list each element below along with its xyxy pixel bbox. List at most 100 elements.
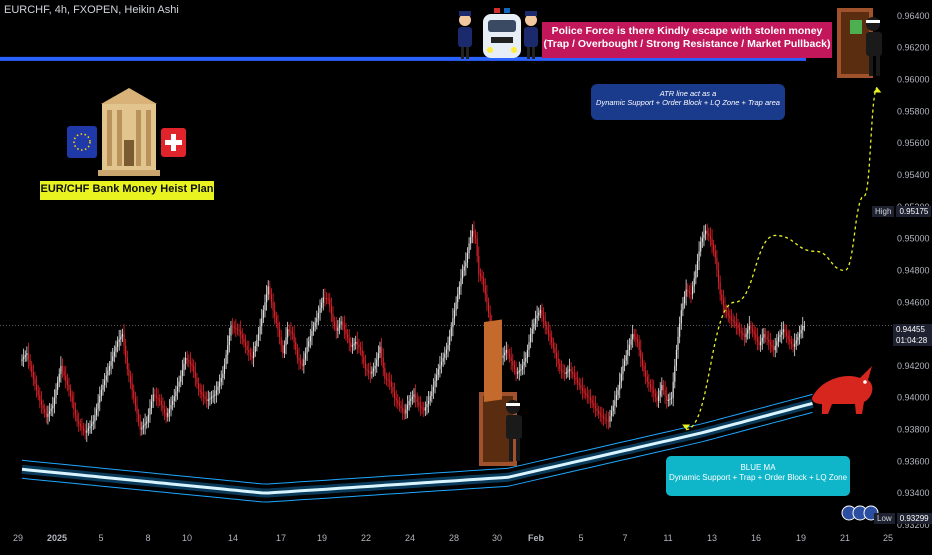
x-tick-label: Feb: [528, 533, 545, 543]
candle-body: [338, 324, 341, 328]
candle-body: [254, 346, 256, 352]
candle-body: [646, 376, 648, 382]
chart-stage[interactable]: 0.96400 0.96200 0.96000 0.95800 0.95600 0.954…: [0, 0, 932, 550]
candle: [562, 363, 564, 379]
candle-body: [734, 321, 736, 323]
candle-body: [180, 375, 182, 382]
candle: [74, 402, 77, 422]
candle-body: [410, 398, 412, 401]
candle-body: [572, 371, 574, 375]
candle: [337, 319, 339, 339]
candle: [798, 325, 801, 345]
candle: [37, 384, 39, 401]
candle-body: [717, 269, 720, 283]
candle: [544, 311, 546, 335]
candle-body: [89, 426, 91, 429]
candle-body: [372, 368, 375, 372]
candle-body: [601, 415, 603, 417]
candle: [173, 388, 175, 408]
candle-body: [136, 405, 138, 414]
candle: [387, 373, 389, 387]
candle-body: [115, 346, 117, 352]
candle-body: [449, 336, 451, 346]
candle-body: [105, 375, 107, 381]
candle: [291, 326, 294, 340]
candle-body: [683, 296, 686, 304]
candle: [70, 384, 72, 402]
candle: [800, 324, 802, 339]
candle-body: [219, 382, 221, 387]
candle: [321, 297, 323, 313]
candle: [215, 381, 217, 403]
candle: [121, 328, 124, 342]
candle: [601, 407, 603, 425]
candle: [745, 327, 747, 343]
candle: [648, 373, 650, 392]
candle: [599, 406, 601, 422]
candle-body: [658, 395, 660, 401]
candle: [189, 352, 192, 373]
candle-body: [568, 369, 571, 371]
candle: [410, 391, 412, 408]
candle-body: [107, 370, 109, 376]
candle: [450, 322, 452, 342]
candle-body: [484, 286, 486, 295]
candle: [789, 330, 791, 350]
candle-body: [755, 334, 757, 338]
candle-body: [565, 372, 567, 374]
candle-body: [371, 371, 373, 374]
candle-body: [220, 378, 222, 383]
candle: [803, 320, 805, 332]
candle-body: [141, 427, 143, 430]
candle-body: [586, 394, 588, 397]
candle: [609, 409, 611, 428]
candle: [683, 291, 686, 309]
candle-body: [457, 294, 459, 303]
candle: [594, 395, 597, 418]
candle-body: [97, 402, 99, 409]
candle-body: [591, 400, 593, 404]
candle: [175, 385, 177, 402]
candle-body: [604, 418, 606, 420]
candle-body: [361, 350, 363, 357]
candle-body: [523, 361, 525, 366]
candle-body: [611, 410, 613, 417]
candle: [774, 337, 776, 358]
candle: [324, 288, 326, 307]
candle-body: [350, 342, 352, 347]
candle: [758, 336, 760, 351]
candle-body: [162, 404, 164, 409]
candle-body: [84, 430, 86, 433]
candle: [442, 352, 444, 367]
candle-body: [163, 408, 166, 413]
candle: [348, 329, 350, 351]
candle-body: [696, 260, 699, 271]
candle: [278, 321, 281, 345]
candle: [740, 323, 742, 340]
candle: [619, 372, 621, 399]
candle: [172, 395, 174, 411]
candle-body: [35, 384, 38, 390]
candle: [598, 405, 600, 419]
candle-body: [214, 394, 216, 396]
candle-body: [48, 411, 51, 415]
candle-body: [397, 400, 399, 404]
candle-body: [112, 356, 114, 362]
candle-body: [583, 390, 585, 393]
candle-body: [714, 251, 716, 258]
candle: [528, 334, 530, 357]
thief-in-door-icon: [837, 8, 882, 78]
candle: [282, 340, 284, 359]
candle-body: [188, 359, 190, 362]
candle: [60, 356, 62, 383]
candle: [259, 318, 261, 342]
candle: [560, 360, 562, 379]
candle: [539, 304, 541, 319]
candle-body: [21, 359, 23, 362]
candle: [690, 283, 692, 304]
candle: [274, 301, 276, 325]
candle: [777, 331, 780, 348]
candle: [317, 305, 320, 326]
candle-body: [151, 401, 153, 409]
candle-body: [314, 322, 316, 327]
